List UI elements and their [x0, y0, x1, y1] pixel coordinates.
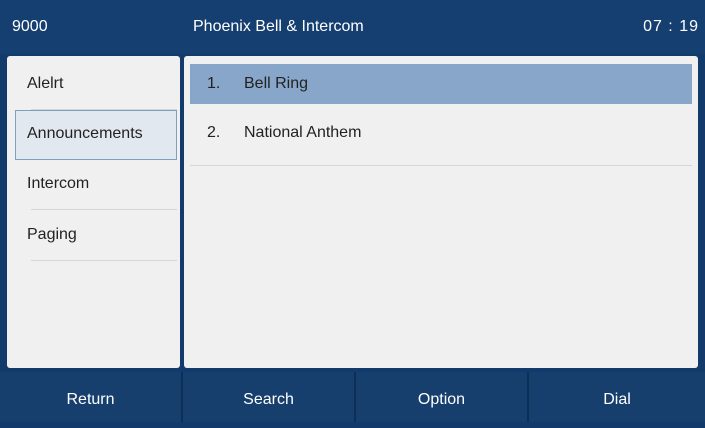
list-item-national-anthem[interactable]: 2. National Anthem [190, 113, 692, 166]
phone-screen: 9000 Phoenix Bell & Intercom 07 : 19 Ale… [0, 0, 705, 422]
category-menu: Alelrt Announcements Intercom Paging [7, 56, 180, 368]
softkey-bar: Return Search Option Dial [0, 372, 705, 422]
menu-item-intercom[interactable]: Intercom [15, 160, 177, 210]
list-item-bell-ring[interactable]: 1. Bell Ring [190, 64, 692, 104]
menu-item-label: Intercom [27, 175, 90, 192]
screen-title: Phoenix Bell & Intercom [193, 18, 364, 35]
menu-item-alert[interactable]: Alelrt [15, 60, 177, 110]
extension-number: 9000 [12, 18, 48, 35]
divider [190, 165, 692, 166]
menu-item-announcements[interactable]: Announcements [15, 110, 177, 160]
option-button[interactable]: Option [356, 372, 527, 422]
list-item-label: National Anthem [244, 124, 362, 141]
list-item-label: Bell Ring [244, 75, 309, 92]
dial-button[interactable]: Dial [529, 372, 705, 422]
search-button[interactable]: Search [183, 372, 354, 422]
status-bar: 9000 Phoenix Bell & Intercom 07 : 19 [0, 0, 705, 54]
menu-item-label: Paging [27, 226, 77, 243]
list-item-number: 1. [207, 75, 221, 92]
divider [31, 260, 177, 261]
announcement-list: 1. Bell Ring 2. National Anthem [184, 56, 698, 368]
return-button[interactable]: Return [0, 372, 181, 422]
list-item-number: 2. [207, 124, 221, 141]
menu-item-label: Announcements [27, 125, 143, 142]
menu-item-label: Alelrt [27, 75, 64, 92]
divider [31, 209, 177, 210]
clock: 07 : 19 [643, 18, 699, 35]
menu-item-paging[interactable]: Paging [15, 211, 177, 261]
